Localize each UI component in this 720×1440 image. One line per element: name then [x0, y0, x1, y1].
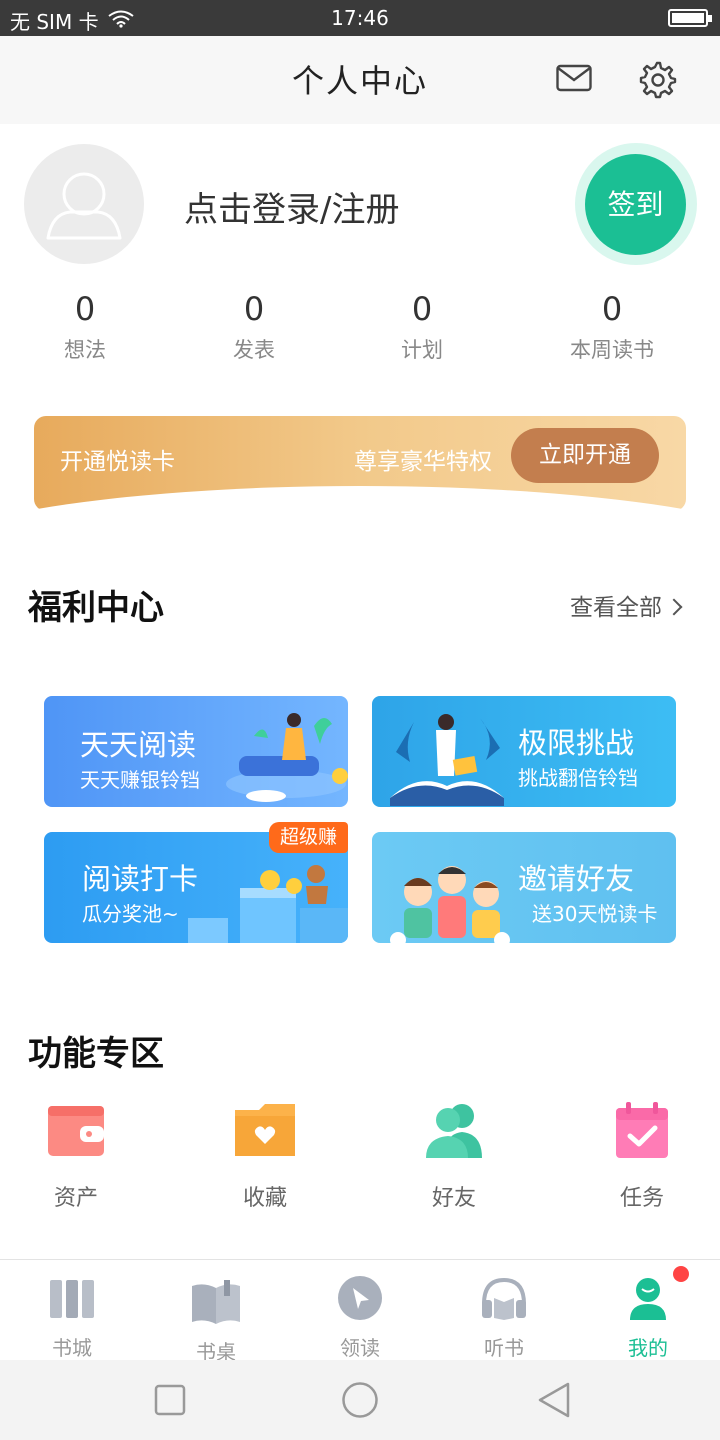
- see-all-link[interactable]: 查看全部: [570, 588, 683, 622]
- checkin-button[interactable]: 签到: [585, 154, 686, 255]
- avatar[interactable]: [24, 144, 144, 264]
- system-nav-bar: [0, 1360, 720, 1440]
- friends-group-illustration-icon: [390, 866, 510, 943]
- friends-icon: [426, 1104, 482, 1158]
- nav-mine[interactable]: 我的: [598, 1274, 698, 1361]
- bottom-nav: 书城 书桌 领读 听书 我的: [0, 1259, 720, 1364]
- cursor-icon: [338, 1276, 382, 1320]
- settings-gear-icon[interactable]: [639, 61, 677, 99]
- func-friends[interactable]: 好友: [399, 1100, 509, 1212]
- card-subtitle: 挑战翻倍铃铛: [518, 766, 638, 790]
- card-title: 天天阅读: [80, 728, 197, 762]
- nav-label: 领读: [340, 1336, 380, 1360]
- stat-value: 0: [411, 290, 433, 328]
- vip-banner[interactable]: 开通悦读卡 尊享豪华特权 立即开通: [0, 416, 720, 516]
- welfare-section-title: 福利中心: [28, 588, 164, 628]
- nav-desk[interactable]: 书桌: [166, 1278, 266, 1365]
- stat-label: 想法: [64, 338, 106, 362]
- bookshelf-icon: [50, 1280, 94, 1318]
- super-earn-badge: 超级赚: [269, 822, 348, 853]
- functions-section-title: 功能专区: [28, 1034, 164, 1074]
- home-circle-icon[interactable]: [341, 1381, 379, 1419]
- card-subtitle: 天天赚银铃铛: [80, 768, 200, 792]
- card-title: 邀请好友: [518, 862, 635, 896]
- func-label: 资产: [53, 1186, 98, 1211]
- page-title: 个人中心: [291, 62, 428, 100]
- card-title: 阅读打卡: [82, 862, 199, 896]
- nav-label: 我的: [628, 1336, 668, 1360]
- card-title: 极限挑战: [518, 726, 635, 760]
- calendar-check-icon: [616, 1102, 668, 1158]
- see-all-label: 查看全部: [570, 595, 662, 621]
- user-icon: [630, 1278, 666, 1320]
- func-assets[interactable]: 资产: [21, 1100, 131, 1212]
- nav-lead-reading[interactable]: 领读: [310, 1274, 410, 1361]
- notification-dot: [673, 1266, 689, 1282]
- card-subtitle: 送30天悦读卡: [532, 902, 658, 926]
- clock: 17:46: [331, 6, 389, 30]
- reading-woman-illustration-icon: [226, 713, 348, 802]
- stat-plans[interactable]: 0 计划: [352, 290, 492, 364]
- folder-heart-icon: [235, 1104, 295, 1156]
- mail-icon[interactable]: [556, 64, 592, 92]
- book-man-illustration-icon: [390, 714, 504, 806]
- card-daily-reading[interactable]: 天天阅读 天天赚银铃铛: [44, 696, 348, 807]
- func-tasks[interactable]: 任务: [587, 1100, 697, 1212]
- stat-label: 计划: [401, 338, 443, 362]
- chevron-right-icon: [665, 598, 683, 616]
- nav-audiobook[interactable]: 听书: [454, 1274, 554, 1361]
- vip-open-button[interactable]: 立即开通: [511, 428, 659, 483]
- nav-label: 听书: [484, 1336, 524, 1360]
- stat-value: 0: [74, 290, 96, 328]
- stat-ideas[interactable]: 0 想法: [15, 290, 155, 364]
- wallet-icon: [48, 1106, 104, 1156]
- stat-label: 本周读书: [570, 338, 654, 362]
- func-label: 任务: [619, 1186, 664, 1211]
- card-subtitle: 瓜分奖池~: [82, 902, 179, 926]
- stat-value: 0: [601, 290, 623, 328]
- recents-square-icon[interactable]: [154, 1384, 186, 1416]
- stat-label: 发表: [233, 338, 275, 362]
- default-avatar-icon: [46, 172, 122, 240]
- login-register-link[interactable]: 点击登录/注册: [184, 182, 399, 231]
- open-book-icon: [192, 1280, 240, 1324]
- title-bar: 个人中心: [0, 36, 720, 124]
- stat-value: 0: [243, 290, 265, 328]
- battery-icon: [668, 9, 712, 27]
- headphones-icon: [482, 1277, 526, 1320]
- status-bar: 无 SIM 卡 17:46: [0, 0, 720, 36]
- nav-bookstore[interactable]: 书城: [22, 1274, 122, 1361]
- card-extreme-challenge[interactable]: 极限挑战 挑战翻倍铃铛: [372, 696, 676, 807]
- vip-subtitle: 尊享豪华特权: [354, 449, 492, 475]
- card-invite-friends[interactable]: 邀请好友 送30天悦读卡: [372, 832, 676, 943]
- stat-weekly-reading[interactable]: 0 本周读书: [542, 290, 682, 364]
- func-favorites[interactable]: 收藏: [210, 1100, 320, 1212]
- back-triangle-icon[interactable]: [536, 1381, 572, 1419]
- vip-title: 开通悦读卡: [60, 449, 175, 475]
- coins-building-illustration-icon: [188, 865, 348, 943]
- stat-published[interactable]: 0 发表: [184, 290, 324, 364]
- func-label: 好友: [431, 1186, 476, 1211]
- func-label: 收藏: [242, 1186, 287, 1211]
- nav-label: 书城: [52, 1336, 92, 1360]
